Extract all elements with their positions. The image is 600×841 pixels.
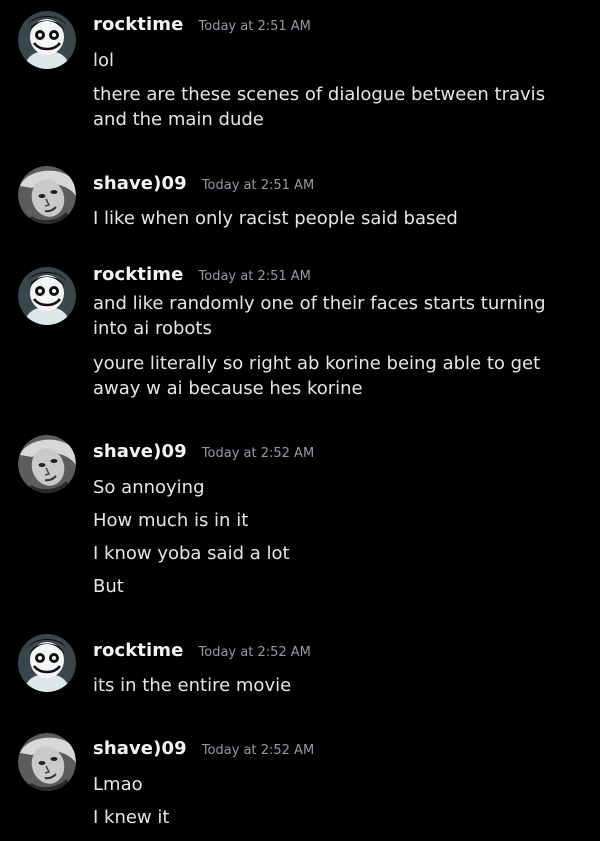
message-header: rocktime Today at 2:51 AM <box>93 14 311 35</box>
grayscale-face-avatar-icon[interactable] <box>18 733 76 791</box>
grayscale-face-avatar-icon[interactable] <box>18 435 76 493</box>
timestamp[interactable]: Today at 2:51 AM <box>199 269 311 284</box>
username[interactable]: rocktime <box>93 264 183 285</box>
jeff-the-killer-avatar-icon[interactable] <box>18 267 76 325</box>
message-header: rocktime Today at 2:51 AM <box>93 264 311 285</box>
message-header: shave)09 Today at 2:52 AM <box>93 738 314 759</box>
timestamp[interactable]: Today at 2:52 AM <box>202 743 314 758</box>
message-text: youre literally so right ab korine being… <box>93 353 541 399</box>
message-header: rocktime Today at 2:52 AM <box>93 640 311 661</box>
username[interactable]: rocktime <box>93 14 183 35</box>
jeff-the-killer-avatar-icon[interactable] <box>18 634 76 692</box>
timestamp[interactable]: Today at 2:52 AM <box>199 645 311 660</box>
username[interactable]: shave)09 <box>93 738 187 759</box>
message-text: I know yoba said a lot <box>93 543 290 564</box>
message-header: shave)09 Today at 2:52 AM <box>93 441 314 462</box>
username[interactable]: shave)09 <box>93 173 187 194</box>
message-text: there are these scenes of dialogue betwe… <box>93 84 546 130</box>
message-text: I like when only racist people said base… <box>93 208 458 229</box>
message-text: lol <box>93 50 115 71</box>
timestamp[interactable]: Today at 2:52 AM <box>202 446 314 461</box>
message-text: and like randomly one of their faces sta… <box>93 293 546 339</box>
message-text: Lmao <box>93 774 143 795</box>
message-text: But <box>93 576 124 597</box>
timestamp[interactable]: Today at 2:51 AM <box>199 19 311 34</box>
message-text: its in the entire movie <box>93 675 292 696</box>
grayscale-face-avatar-icon[interactable] <box>18 166 76 224</box>
message-text: How much is in it <box>93 510 249 531</box>
jeff-the-killer-avatar-icon[interactable] <box>18 11 76 69</box>
username[interactable]: rocktime <box>93 640 183 661</box>
message-text: So annoying <box>93 477 205 498</box>
username[interactable]: shave)09 <box>93 441 187 462</box>
message-text: I knew it <box>93 807 170 828</box>
message-header: shave)09 Today at 2:51 AM <box>93 173 314 194</box>
timestamp[interactable]: Today at 2:51 AM <box>202 178 314 193</box>
